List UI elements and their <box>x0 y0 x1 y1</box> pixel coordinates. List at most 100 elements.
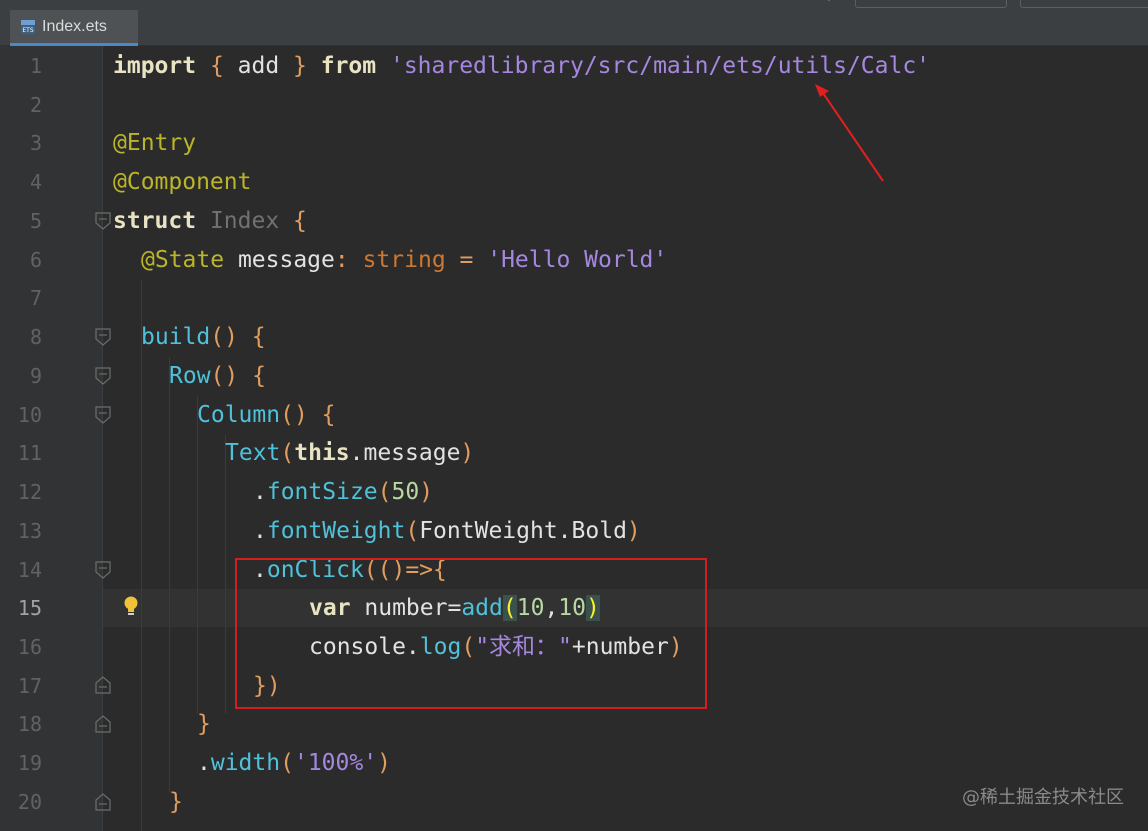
brace: { <box>279 208 307 234</box>
keyword: import <box>113 53 197 79</box>
paren: ( <box>280 750 294 776</box>
chevron-down-icon[interactable]: ▾ <box>826 0 832 5</box>
decorator: @Component <box>113 169 252 195</box>
fold-end-icon[interactable] <box>94 714 112 734</box>
line-number[interactable]: 4 <box>0 163 42 201</box>
line-number[interactable]: 15 <box>0 589 42 627</box>
paren: () <box>210 363 239 389</box>
string-literal: '100%' <box>293 750 378 776</box>
indent-guide <box>197 396 198 714</box>
indent-guide <box>225 435 226 714</box>
run-config-dropdown[interactable] <box>855 0 1007 8</box>
struct-name: Index <box>196 208 280 234</box>
member-access: .message <box>349 440 461 466</box>
line-number[interactable]: 6 <box>0 241 42 279</box>
line-number[interactable]: 17 <box>0 667 42 705</box>
line-number[interactable]: 8 <box>0 318 42 356</box>
paren: ( <box>377 479 392 505</box>
code-line-20[interactable]: } <box>169 783 183 821</box>
function-name: Column <box>197 402 281 428</box>
line-number[interactable]: 11 <box>0 434 42 472</box>
tab-index-ets[interactable]: ETS Index.ets <box>10 10 138 46</box>
line-number[interactable]: 3 <box>0 124 42 162</box>
code-line-11[interactable]: Text(this.message) <box>225 434 474 472</box>
code-line-12[interactable]: .fontSize(50) <box>253 473 433 511</box>
line-number[interactable]: 13 <box>0 512 42 550</box>
paren: ) <box>626 518 641 544</box>
editor-tab-bar: ETS Index.ets <box>0 10 1148 46</box>
device-dropdown[interactable] <box>1020 0 1148 8</box>
code-line-3[interactable]: @Entry <box>113 124 196 162</box>
line-number[interactable]: 12 <box>0 473 42 511</box>
line-number[interactable]: 9 <box>0 357 42 395</box>
code-line-18[interactable]: } <box>197 705 211 743</box>
ets-file-icon: ETS <box>20 19 36 35</box>
line-number[interactable]: 1 <box>0 47 42 85</box>
dot: . <box>253 479 267 505</box>
code-line-10[interactable]: Column() { <box>197 396 336 434</box>
brace: } <box>279 53 321 79</box>
method-name: fontWeight <box>266 518 406 544</box>
identifier: add <box>237 53 280 79</box>
colon: : <box>334 247 363 273</box>
fold-icon[interactable] <box>94 211 112 231</box>
paren: () <box>280 402 308 428</box>
lightbulb-icon[interactable] <box>121 594 141 620</box>
identifier: message <box>224 247 335 273</box>
toolbar-strip: ▾ <box>0 0 1148 10</box>
brace: { <box>238 363 266 389</box>
fold-icon[interactable] <box>94 327 112 347</box>
keyword: struct <box>113 208 197 234</box>
decorator: @State <box>141 247 225 273</box>
line-number[interactable]: 18 <box>0 705 42 743</box>
code-line-5[interactable]: struct Index { <box>113 202 307 240</box>
brace: } <box>197 711 211 737</box>
indent-guide <box>141 279 142 831</box>
fold-icon[interactable] <box>94 560 112 580</box>
brace: { <box>196 53 238 79</box>
operator: = <box>445 247 488 273</box>
fold-end-icon[interactable] <box>94 675 112 695</box>
code-line-6[interactable]: @State message: string = 'Hello World' <box>141 241 667 279</box>
line-number[interactable]: 20 <box>0 783 42 821</box>
function-name: Text <box>225 440 281 466</box>
function-name: build <box>141 324 211 350</box>
brace: { <box>307 402 336 428</box>
svg-text:ETS: ETS <box>22 27 33 34</box>
line-number[interactable]: 16 <box>0 628 42 666</box>
fold-end-icon[interactable] <box>94 792 112 812</box>
paren: ) <box>460 440 475 466</box>
code-line-1[interactable]: import { add } from 'sharedlibrary/src/m… <box>113 47 930 85</box>
keyword: from <box>320 53 377 79</box>
code-line-4[interactable]: @Component <box>113 163 251 201</box>
paren: () <box>210 324 238 350</box>
line-number[interactable]: 7 <box>0 279 42 317</box>
decorator: @Entry <box>113 130 197 156</box>
line-number[interactable]: 14 <box>0 551 42 589</box>
type-name: string <box>362 247 446 273</box>
code-line-13[interactable]: .fontWeight(FontWeight.Bold) <box>253 512 641 550</box>
enum-value: FontWeight.Bold <box>419 518 627 544</box>
fold-icon[interactable] <box>94 366 112 386</box>
tab-label: Index.ets <box>42 17 107 35</box>
brace: } <box>169 789 183 815</box>
code-line-8[interactable]: build() { <box>141 318 266 356</box>
dot: . <box>253 518 267 544</box>
paren: ( <box>280 440 295 466</box>
line-number[interactable]: 19 <box>0 744 42 782</box>
fold-icon[interactable] <box>94 405 112 425</box>
highlight-box <box>235 558 707 709</box>
brace: { <box>237 324 266 350</box>
code-line-9[interactable]: Row() { <box>169 357 266 395</box>
paren: ) <box>377 750 391 776</box>
paren: ( <box>405 518 420 544</box>
string-literal: 'Hello World' <box>487 247 668 273</box>
string-literal: 'sharedlibrary/src/main/ets/utils/Calc' <box>376 53 931 79</box>
number-literal: 50 <box>391 479 420 505</box>
code-line-19[interactable]: .width('100%') <box>197 744 391 782</box>
line-number[interactable]: 2 <box>0 86 42 124</box>
paren: ) <box>419 479 434 505</box>
indent-guide <box>169 357 170 792</box>
line-number[interactable]: 5 <box>0 202 42 240</box>
line-number[interactable]: 10 <box>0 396 42 434</box>
